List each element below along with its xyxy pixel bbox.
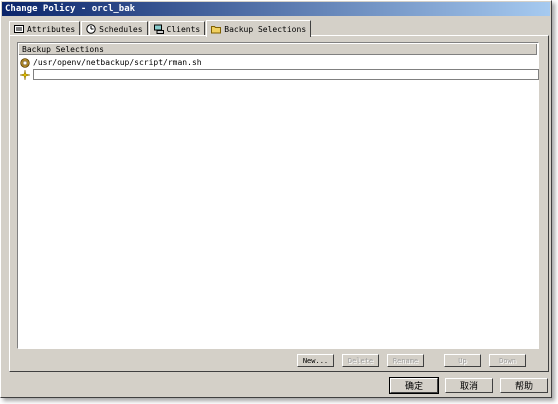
tab-strip: Attributes Schedules Clients Backup Sele… [9, 19, 312, 37]
window-title: Change Policy - orcl_bak [2, 2, 550, 16]
list-item[interactable]: /usr/openv/netbackup/script/rman.sh [20, 57, 202, 68]
new-entry-icon [20, 69, 30, 80]
list-button-row: New... Delete Rename Up Down [297, 354, 526, 367]
down-button[interactable]: Down [489, 354, 526, 367]
new-entry-input[interactable] [33, 69, 539, 80]
delete-button[interactable]: Delete [342, 354, 379, 367]
rename-button[interactable]: Rename [387, 354, 424, 367]
ok-button[interactable]: 确定 [389, 377, 439, 394]
attributes-icon [14, 25, 24, 33]
folder-icon [211, 26, 222, 34]
tab-clients-label: Clients [166, 24, 201, 34]
list-item-path: /usr/openv/netbackup/script/rman.sh [33, 58, 202, 67]
cancel-button[interactable]: 取消 [445, 378, 493, 393]
help-button[interactable]: 帮助 [500, 378, 548, 393]
backup-selections-panel: Backup Selections /usr/openv/netbackup/s… [9, 35, 549, 372]
clients-icon [153, 24, 164, 34]
up-button[interactable]: Up [444, 354, 481, 367]
list-header[interactable]: Backup Selections [19, 44, 537, 55]
tab-backup-selections[interactable]: Backup Selections [206, 20, 312, 37]
script-icon [20, 57, 30, 68]
tab-schedules[interactable]: Schedules [81, 21, 148, 36]
dialog-button-row: 确定 取消 帮助 [389, 377, 548, 394]
selections-list[interactable]: Backup Selections /usr/openv/netbackup/s… [17, 42, 539, 349]
new-entry-row[interactable] [20, 69, 539, 80]
schedules-icon [86, 24, 96, 34]
tab-attributes[interactable]: Attributes [9, 21, 81, 36]
tab-backup-selections-label: Backup Selections [224, 24, 307, 34]
new-button[interactable]: New... [297, 354, 334, 367]
change-policy-dialog: Change Policy - orcl_bak Attributes Sche… [0, 0, 552, 398]
tab-attributes-label: Attributes [27, 24, 76, 34]
tab-clients[interactable]: Clients [148, 21, 206, 36]
tab-schedules-label: Schedules [99, 24, 143, 34]
